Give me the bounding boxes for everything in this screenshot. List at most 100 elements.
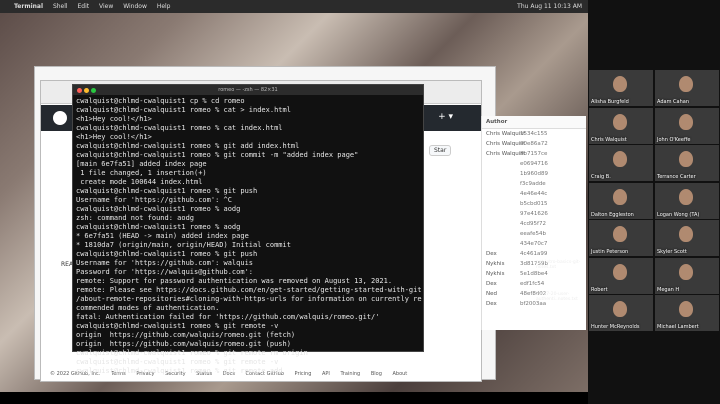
commit-author: Dex [486,281,497,287]
desktop-file[interactable]: ppt-intro-basics-git-notes.txt [536,260,582,270]
terminal-line: origin https://github.com/walquis/romeo.… [76,331,296,339]
participant-video [679,301,693,317]
commit-row[interactable]: 434e70c7 [482,239,586,249]
close-icon[interactable] [77,88,82,93]
terminal-titlebar: romeo — -zsh — 82×31 [73,85,423,95]
menu-clock: Thu Aug 11 10:13 AM [517,3,582,10]
terminal-line: Username for 'https://github.com': walqu… [76,259,254,267]
commit-row[interactable]: 97e41626 [482,209,586,219]
commit-hash: 4cd95f72 [520,221,546,227]
terminal-line: commended modes of authentication. [76,304,220,312]
terminal-line: cwalquist@chlmd-cwalquist1 romeo % cat i… [76,124,283,132]
terminal-line: zsh: command not found: aodg [76,214,195,222]
terminal-line: create mode 100644 index.html [76,178,203,186]
menu-app-name[interactable]: Terminal [14,3,43,10]
participant-video [613,226,627,242]
terminal-window[interactable]: romeo — -zsh — 82×31 cwalquist@chlmd-cwa… [72,84,424,375]
terminal-line: Username for 'https://github.com': ^C [76,196,232,204]
participant-name: Skyler Scott [657,249,687,255]
commit-hash: 4c461a99 [520,251,548,257]
commit-author: Nykhis [486,261,505,267]
participant-tile[interactable]: Chris Walquist [589,107,653,144]
zoom-icon[interactable] [91,88,96,93]
terminal-line: origin https://github.com/walquis/romeo.… [76,340,291,348]
participant-tile[interactable]: Dalton Eggleston [589,182,653,219]
menu-view[interactable]: View [99,3,113,10]
participant-tile[interactable]: Logan Wong (TA) [655,182,719,219]
menu-edit[interactable]: Edit [78,3,90,10]
minimize-icon[interactable] [84,88,89,93]
commit-row[interactable]: eeafe54b [482,229,586,239]
commit-row[interactable]: b5cbd015 [482,199,586,209]
terminal-line: fatal: Authentication failed for 'https:… [76,313,380,321]
commit-row[interactable]: Dex 4c461a99 [482,249,586,259]
terminal-line: /about-remote-repositories#cloning-with-… [76,295,422,303]
commit-hash: 4e46e44c [520,191,548,197]
plus-icon[interactable]: + ▾ [438,112,453,122]
terminal-line: Password for 'https://walquis@github.com… [76,268,254,276]
commit-author: Nykhis [486,271,505,277]
terminal-output[interactable]: cwalquist@chlmd-cwalquist1 cp % cd romeo… [73,95,423,378]
commit-row[interactable]: f3c9adde [482,179,586,189]
commit-hash: 8b7157ce [520,151,548,157]
terminal-line: cwalquist@chlmd-cwalquist1 romeo % aodg [76,205,241,213]
menu-window[interactable]: Window [123,3,147,10]
participant-video [613,263,627,280]
participant-tile[interactable]: Alisha Burgfeld [589,70,653,106]
participant-tile[interactable]: Terrance Carter [655,145,719,181]
terminal-line: cwalquist@chlmd-cwalquist1 romeo % git a… [76,142,300,150]
commit-hash: f3c9adde [520,181,546,187]
participant-video [679,113,693,130]
participant-tile[interactable]: Craig B. [589,145,653,181]
terminal-line: <h1>Hey cool!</h1> [76,115,152,123]
participant-video [613,151,627,167]
participant-tile[interactable]: Hunter McReynolds [589,295,653,331]
participant-tile[interactable]: Justin Peterson [589,220,653,256]
participant-tile[interactable]: Skyler Scott [655,220,719,256]
participant-name: Hunter McReynolds [591,324,640,330]
participant-video [679,226,693,242]
commit-hash: 00e86a72 [520,141,548,147]
participant-name: Alisha Burgfeld [591,99,629,105]
desktop-screen: Terminal Shell Edit View Window Help Thu… [0,0,588,392]
terminal-line: 1 file changed, 1 insertion(+) [76,169,207,177]
participant-video [679,188,693,205]
participant-tile[interactable]: John O'Keeffe [655,107,719,144]
participant-video [613,113,627,130]
terminal-line: cwalquist@chlmd-cwalquist1 cp % cd romeo [76,97,245,105]
participant-name: Robert [591,286,608,293]
participant-video [613,188,627,205]
github-logo-icon[interactable] [53,111,67,125]
menu-shell[interactable]: Shell [53,3,68,10]
terminal-line: cwalquist@chlmd-cwalquist1 romeo % git r… [76,322,279,330]
terminal-line: cwalquist@chlmd-cwalquist1 romeo % git p… [76,250,258,258]
commit-row[interactable]: e0694716 [482,159,586,169]
commit-hash: e0694716 [520,161,548,167]
commit-row[interactable]: Chris Walquist 8b7157ce [482,149,586,159]
participant-tile[interactable]: Megan H [655,257,719,294]
commit-hash: eeafe54b [520,231,546,237]
commit-row[interactable]: 1b960d89 [482,169,586,179]
commit-row[interactable]: Chris Walquist 1534c155 [482,129,586,139]
star-button[interactable]: Star [429,145,452,156]
commit-author: Ned [486,291,497,297]
commit-author: Dex [486,301,497,307]
terminal-title: romeo — -zsh — 82×31 [218,87,278,93]
participant-tile[interactable]: Michael Lambert [655,295,719,331]
commit-row[interactable]: 4cd95f72 [482,219,586,229]
terminal-line: cwalquist@chlmd-cwalquist1 romeo % git r… [76,349,308,357]
participant-name: Megan H [657,286,680,293]
participant-name: Dalton Eggleston [591,211,634,218]
terminal-line: remote: Support for password authenticat… [76,277,393,285]
terminal-line: remote: Please see https://docs.github.c… [76,286,422,294]
commit-row[interactable]: Chris Walquist 00e86a72 [482,139,586,149]
terminal-line: cwalquist@chlmd-cwalquist1 romeo % git r… [76,358,279,366]
participant-tile[interactable]: Adam Cahan [655,70,719,106]
commit-row[interactable]: 4e46e44c [482,189,586,199]
commit-author-header: Author [482,116,586,129]
desktop-file[interactable]: 22-07-20-user-authenti..notes.txt [536,292,582,302]
menu-help[interactable]: Help [157,3,171,10]
participant-name: John O'Keeffe [657,136,691,143]
terminal-line: cwalquist@chlmd-cwalquist1 romeo % git r… [76,367,283,375]
participant-tile[interactable]: Robert [589,257,653,294]
